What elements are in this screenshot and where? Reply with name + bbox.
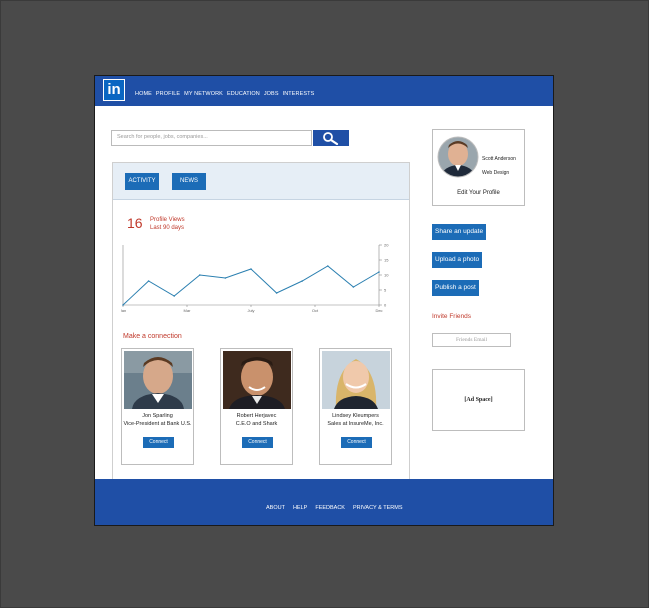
person-title: C.E.O and Shark xyxy=(235,421,278,427)
connection-card: Robert Herjavec C.E.O and Shark Connect xyxy=(220,348,293,465)
top-navigation-bar: in HOME PROFILE MY NETWORK EDUCATION JOB… xyxy=(95,76,553,106)
profile-views-count: 16 xyxy=(127,215,143,231)
footer-help-link[interactable]: HELP xyxy=(293,505,307,511)
share-update-button[interactable]: Share an update xyxy=(432,224,487,240)
connection-card: Jon Sparling Vice-President at Bank U.S.… xyxy=(121,348,194,465)
person-name: Jon Sparling xyxy=(142,413,173,419)
views-data-point xyxy=(147,280,150,282)
publish-post-button[interactable]: Publish a post xyxy=(432,280,479,296)
views-data-point xyxy=(224,277,227,279)
footer-feedback-link[interactable]: FEEDBACK xyxy=(315,505,345,511)
person-name: Lindsey Kleumpers xyxy=(332,413,379,419)
y-tick-label: 0 xyxy=(384,303,387,308)
y-tick-label: 20 xyxy=(384,243,389,248)
profile-card: Scott Anderson Web Design Edit Your Prof… xyxy=(432,129,525,206)
profile-views-period: Last 90 days xyxy=(150,225,185,231)
views-data-point xyxy=(327,265,329,267)
views-data-point xyxy=(173,295,175,297)
footer-links: ABOUT HELP FEEDBACK PRIVACY & TERMS xyxy=(266,505,403,511)
activity-panel: ACTIVITY NEWS 16 Profile Views Last 90 d… xyxy=(112,162,410,480)
x-tick-label: July xyxy=(247,308,254,313)
footer: ABOUT HELP FEEDBACK PRIVACY & TERMS xyxy=(95,479,553,525)
x-tick-label: Mar xyxy=(184,308,192,313)
linkedin-page: in HOME PROFILE MY NETWORK EDUCATION JOB… xyxy=(94,75,554,526)
person-title: Vice-President at Bank U.S. xyxy=(123,421,192,427)
views-series-line xyxy=(122,265,380,306)
views-data-point xyxy=(122,304,124,306)
views-data-point xyxy=(199,274,201,276)
connect-button[interactable]: Connect xyxy=(341,437,372,448)
profile-views-title: Profile Views xyxy=(150,217,185,223)
views-data-point xyxy=(352,286,355,288)
profile-views-chart: 0 5 10 15 20 Jan Mar July Oct Dec xyxy=(121,243,389,313)
search-button[interactable] xyxy=(313,130,349,146)
invite-friends-heading: Invite Friends xyxy=(432,313,472,320)
nav-my-network[interactable]: MY NETWORK xyxy=(184,91,223,97)
y-tick-label: 15 xyxy=(384,258,389,263)
main-nav: HOME PROFILE MY NETWORK EDUCATION JOBS I… xyxy=(135,91,314,97)
profile-role: Web Design xyxy=(482,170,510,176)
nav-education[interactable]: EDUCATION xyxy=(227,91,260,97)
edit-profile-link[interactable]: Edit Your Profile xyxy=(433,190,524,196)
profile-name: Scott Anderson xyxy=(482,156,516,162)
panel-tabs: ACTIVITY NEWS xyxy=(113,163,409,200)
person-title: Sales at InsureMe, Inc. xyxy=(327,421,384,427)
linkedin-logo[interactable]: in xyxy=(103,79,125,101)
connect-button[interactable]: Connect xyxy=(143,437,174,448)
views-data-point xyxy=(378,271,380,273)
x-tick-label: Dec xyxy=(375,308,382,313)
nav-jobs[interactable]: JOBS xyxy=(264,91,279,97)
nav-home[interactable]: HOME xyxy=(135,91,152,97)
person-name: Robert Herjavec xyxy=(236,413,277,419)
y-tick-label: 10 xyxy=(384,273,389,278)
upload-photo-button[interactable]: Upload a photo xyxy=(432,252,483,268)
footer-about-link[interactable]: ABOUT xyxy=(266,505,285,511)
person-photo xyxy=(223,351,291,409)
x-tick-label: Oct xyxy=(312,308,319,313)
nav-interests[interactable]: INTERESTS xyxy=(283,91,315,97)
connection-card: Lindsey Kleumpers Sales at InsureMe, Inc… xyxy=(319,348,392,465)
views-data-point xyxy=(275,292,278,294)
views-data-point xyxy=(301,280,303,282)
search-input[interactable]: Search for people, jobs, companies... xyxy=(111,130,312,146)
x-tick-label: Jan xyxy=(121,308,126,313)
person-photo xyxy=(322,351,390,409)
friends-email-input[interactable]: Friends Email xyxy=(432,333,511,347)
make-connection-heading: Make a connection xyxy=(123,333,182,340)
avatar[interactable] xyxy=(437,136,479,178)
search-icon xyxy=(323,132,339,145)
views-data-point xyxy=(250,268,252,270)
tab-activity[interactable]: ACTIVITY xyxy=(125,173,159,190)
nav-profile[interactable]: PROFILE xyxy=(156,91,180,97)
profile-views-label: Profile Views Last 90 days xyxy=(150,216,185,232)
tab-news[interactable]: NEWS xyxy=(172,173,206,190)
y-tick-label: 5 xyxy=(384,288,387,293)
connect-button[interactable]: Connect xyxy=(242,437,273,448)
ad-space: [Ad Space] xyxy=(432,369,525,431)
footer-privacy-link[interactable]: PRIVACY & TERMS xyxy=(353,505,403,511)
person-photo xyxy=(124,351,192,409)
